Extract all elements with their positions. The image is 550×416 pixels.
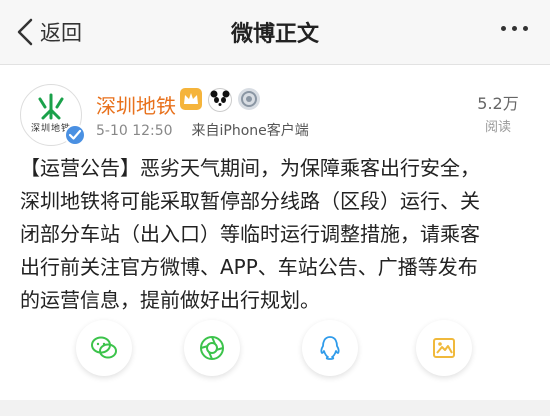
share-wechat-button[interactable] [76, 320, 132, 376]
read-count: 5.2万 阅读 [468, 90, 528, 135]
navigation-bar: 返回 微博正文 [0, 0, 550, 65]
read-count-label: 阅读 [484, 120, 511, 135]
post-source[interactable]: 来自iPhone客户端 [191, 123, 308, 139]
dot-icon [512, 26, 517, 31]
wechat-icon [91, 336, 117, 359]
post-text-line: 的运营信息，提前做好出行规划。 [20, 288, 320, 312]
more-options-button[interactable] [501, 26, 528, 31]
read-count-value: 5.2万 [477, 94, 519, 113]
post-text-line: 出行前关注官方微博、APP、车站公告、广播等发布 [20, 255, 478, 279]
bottom-divider [0, 400, 550, 416]
dot-icon [501, 26, 506, 31]
medal-badge-icon[interactable] [238, 88, 260, 110]
post-content: 【运营公告】恶劣天气期间，为保障乘客出行安全， 深圳地铁将可能采取暂停部分线路（… [20, 152, 532, 317]
post-text-line: 【运营公告】恶劣天气期间，为保障乘客出行安全， [20, 156, 480, 180]
user-badges [180, 88, 260, 112]
user-name-link[interactable]: 深圳地铁 [96, 90, 176, 119]
dot-icon [523, 26, 528, 31]
crown-badge-icon[interactable] [180, 88, 202, 110]
share-qq-button[interactable] [302, 320, 358, 376]
qq-icon [320, 336, 340, 360]
panda-badge-icon[interactable] [208, 88, 232, 112]
page-title: 微博正文 [230, 22, 319, 47]
save-image-icon [433, 338, 455, 358]
post-meta: 5-10 12:50 来自iPhone客户端 [96, 120, 309, 140]
verified-badge-icon [64, 124, 86, 146]
post-text-line: 深圳地铁将可能采取暂停部分线路（区段）运行、关 [20, 189, 480, 213]
share-bar [0, 320, 550, 380]
share-save-image-button[interactable] [416, 320, 472, 376]
moments-icon [200, 336, 224, 360]
post-timestamp: 5-10 12:50 [96, 123, 173, 139]
post-text-line: 闭部分车站（出入口）等临时运行调整措施，请乘客 [20, 222, 480, 246]
share-moments-button[interactable] [184, 320, 240, 376]
